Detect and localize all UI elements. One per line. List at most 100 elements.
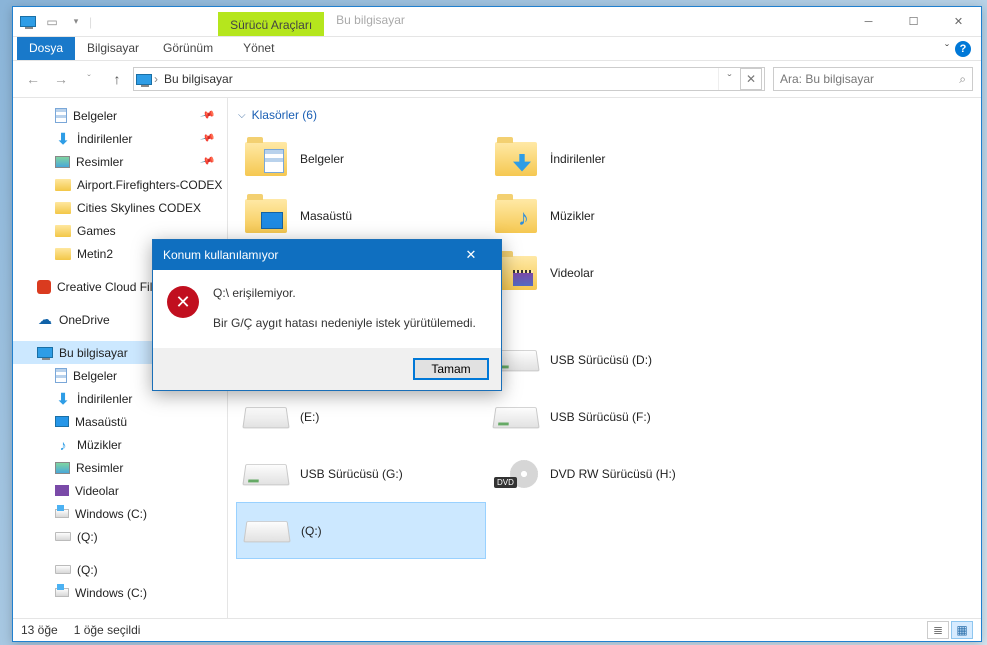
drive-icon: [242, 454, 290, 494]
tree-item-label: Windows (C:): [75, 586, 147, 600]
tab-file[interactable]: Dosya: [17, 37, 75, 60]
folder-item[interactable]: Müzikler: [486, 187, 736, 244]
folder-icon: [242, 139, 290, 179]
qat-properties-icon[interactable]: ▭: [41, 11, 63, 33]
dialog-title: Konum kullanılamıyor: [163, 248, 278, 262]
address-dropdown-icon[interactable]: ˇ: [718, 68, 740, 90]
ok-button[interactable]: Tamam: [413, 358, 489, 380]
tree-item-label: Belgeler: [73, 369, 117, 383]
tree-item-label: (Q:): [77, 563, 98, 577]
tree-item[interactable]: Cities Skylines CODEX: [13, 196, 227, 219]
tree-item[interactable]: Windows (C:): [13, 581, 227, 604]
folder-icon: [492, 196, 540, 236]
tree-item-label: İndirilenler: [77, 392, 132, 406]
tree-item[interactable]: Airport.Firefighters-CODEX: [13, 173, 227, 196]
tree-item-label: OneDrive: [59, 313, 110, 327]
dialog-close-button[interactable]: ✕: [451, 247, 491, 263]
maximize-button[interactable]: ☐: [891, 7, 936, 36]
drive-item[interactable]: (Q:): [236, 502, 486, 559]
navigation-bar: ← → ˇ ↑ › Bu bilgisayar ˇ ✕ Ara: Bu bilg…: [13, 61, 981, 97]
tree-item-label: Belgeler: [73, 109, 117, 123]
folder-label: Videolar: [550, 266, 594, 280]
qat-dropdown-icon[interactable]: ▾: [65, 11, 87, 33]
drive-item[interactable]: USB Sürücüsü (F:): [486, 388, 736, 445]
folder-label: İndirilenler: [550, 152, 605, 166]
drive-item[interactable]: USB Sürücüsü (D:): [486, 331, 736, 388]
tree-item-label: Metin2: [77, 247, 113, 261]
drive-item[interactable]: DVD DVD RW Sürücüsü (H:): [486, 445, 736, 502]
dialog-titlebar[interactable]: Konum kullanılamıyor ✕: [153, 240, 501, 270]
tab-computer[interactable]: Bilgisayar: [75, 37, 151, 60]
drive-icon: [243, 511, 291, 551]
tree-item[interactable]: Windows (C:): [13, 502, 227, 525]
tree-item[interactable]: Resimler: [13, 456, 227, 479]
tree-item[interactable]: (Q:): [13, 558, 227, 581]
tree-item-label: (Q:): [77, 530, 98, 544]
pin-icon: 📌: [199, 154, 215, 170]
titlebar: ▭ ▾ | Sürücü Araçları Bu bilgisayar ─ ☐ …: [13, 7, 981, 37]
tree-item[interactable]: ♪Müzikler: [13, 433, 227, 456]
pc-icon: [136, 74, 152, 85]
chevron-right-icon[interactable]: ›: [152, 72, 160, 86]
drive-label: (Q:): [301, 524, 322, 538]
tree-item-label: Cities Skylines CODEX: [77, 201, 201, 215]
status-bar: 13 öğe 1 öğe seçildi ≣ ▦: [13, 618, 981, 641]
tab-view[interactable]: Görünüm: [151, 37, 225, 60]
drive-label: DVD RW Sürücüsü (H:): [550, 467, 676, 481]
search-input[interactable]: Ara: Bu bilgisayar ⌕: [773, 67, 973, 91]
drive-icon: [242, 397, 290, 437]
forward-button[interactable]: →: [49, 67, 73, 91]
status-selection: 1 öğe seçildi: [74, 623, 141, 637]
tree-item-label: Windows (C:): [75, 507, 147, 521]
group-header-folders[interactable]: ⌵ Klasörler (6): [236, 102, 973, 130]
drive-label: (E:): [300, 410, 319, 424]
tree-item-label: Resimler: [76, 155, 123, 169]
tree-item-label: Bu bilgisayar: [59, 346, 128, 360]
drive-icon: DVD: [492, 454, 540, 494]
minimize-button[interactable]: ─: [846, 7, 891, 36]
folder-label: Masaüstü: [300, 209, 352, 223]
ribbon-expand-icon[interactable]: ˇ: [945, 42, 949, 56]
tree-item-label: Videolar: [75, 484, 119, 498]
tab-manage[interactable]: Yönet: [231, 37, 286, 60]
back-button[interactable]: ←: [21, 67, 45, 91]
contextual-tab-drive-tools[interactable]: Sürücü Araçları: [218, 12, 324, 36]
up-button[interactable]: ↑: [105, 67, 129, 91]
folder-item[interactable]: Videolar: [486, 244, 736, 301]
tree-item[interactable]: (Q:): [13, 525, 227, 548]
tree-item[interactable]: ⬇İndirilenler📌: [13, 127, 227, 150]
drive-icon: [492, 397, 540, 437]
pin-icon: 📌: [199, 108, 215, 124]
tree-item-label: Masaüstü: [75, 415, 127, 429]
drive-item[interactable]: USB Sürücüsü (G:): [236, 445, 486, 502]
chevron-down-icon[interactable]: ⌵: [238, 110, 246, 121]
drive-label: USB Sürücüsü (D:): [550, 353, 652, 367]
close-button[interactable]: ✕: [936, 7, 981, 36]
folder-label: Belgeler: [300, 152, 344, 166]
tree-item[interactable]: Videolar: [13, 479, 227, 502]
tree-item[interactable]: Belgeler 📌: [13, 104, 227, 127]
quick-access-toolbar: ▭ ▾ |: [13, 7, 96, 36]
tree-item[interactable]: Masaüstü: [13, 410, 227, 433]
folder-item[interactable]: Masaüstü: [236, 187, 486, 244]
refresh-icon[interactable]: ✕: [740, 68, 762, 90]
view-large-icons-button[interactable]: ▦: [951, 621, 973, 639]
drive-item[interactable]: (E:): [236, 388, 486, 445]
folder-item[interactable]: Belgeler: [236, 130, 486, 187]
error-icon: ✕: [167, 286, 199, 318]
help-icon[interactable]: ?: [955, 41, 971, 57]
tree-item-label: Creative Cloud Files: [57, 280, 165, 294]
drive-label: USB Sürücüsü (G:): [300, 467, 403, 481]
tree-item-label: Resimler: [76, 461, 123, 475]
folder-icon: [242, 196, 290, 236]
breadcrumb[interactable]: Bu bilgisayar: [160, 72, 237, 86]
view-details-button[interactable]: ≣: [927, 621, 949, 639]
folder-icon: [492, 139, 540, 179]
recent-locations-button[interactable]: ˇ: [77, 67, 101, 91]
dialog-message-2: Bir G/Ç aygıt hatası nedeniyle istek yür…: [213, 316, 476, 330]
folder-item[interactable]: İndirilenler: [486, 130, 736, 187]
address-bar[interactable]: › Bu bilgisayar ˇ ✕: [133, 67, 765, 91]
drive-label: USB Sürücüsü (F:): [550, 410, 651, 424]
error-dialog: Konum kullanılamıyor ✕ ✕ Q:\ erişilemiyo…: [152, 239, 502, 391]
tree-item[interactable]: Resimler 📌: [13, 150, 227, 173]
